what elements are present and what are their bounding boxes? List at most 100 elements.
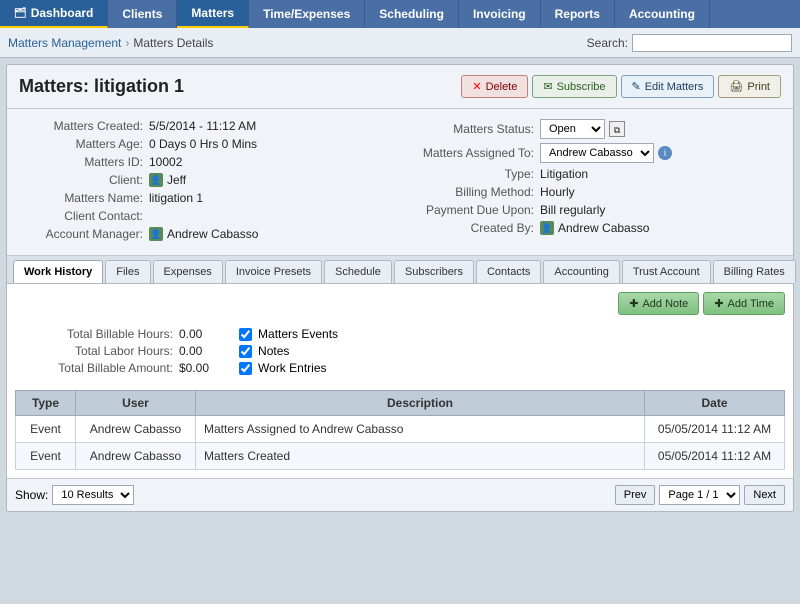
row1-date: 05/05/2014 11:12 AM [645,416,785,443]
print-button[interactable]: 🖨 Print [718,75,781,98]
nav-scheduling[interactable]: Scheduling [365,0,459,28]
tab-schedule[interactable]: Schedule [324,260,392,283]
pagination-bar: Show: 10 Results 25 Results 50 Results P… [7,478,793,511]
tab-trust-account[interactable]: Trust Account [622,260,711,283]
nav-reports[interactable]: Reports [541,0,615,28]
prev-button[interactable]: Prev [615,485,656,505]
tab-toolbar: ✚ Add Note ✚ Add Time [15,292,785,315]
detail-matters-name: Matters Name: litigation 1 [19,191,390,205]
subscribe-icon: ✉ [543,80,552,93]
row1-user: Andrew Cabasso [76,416,196,443]
details-right: Matters Status: Open Closed ⧉ Matters As… [410,119,781,245]
filter-matters-events-checkbox[interactable] [239,328,252,341]
detail-assigned-to: Matters Assigned To: Andrew Cabasso i [410,143,781,163]
details-left: Matters Created: 5/5/2014 - 11:12 AM Mat… [19,119,390,245]
filter-work-entries: Work Entries [239,361,338,375]
detail-age: Matters Age: 0 Days 0 Hrs 0 Mins [19,137,390,151]
show-results-select[interactable]: 10 Results 25 Results 50 Results [52,485,134,505]
main-content: Matters: litigation 1 ✕ Delete ✉ Subscri… [6,64,794,512]
add-note-icon: ✚ [629,297,638,310]
col-user: User [76,391,196,416]
detail-created-by: Created By: 👤 Andrew Cabasso [410,221,781,235]
tab-subscribers[interactable]: Subscribers [394,260,474,283]
nav-matters[interactable]: Matters [177,0,249,28]
edit-icon: ✎ [632,80,641,93]
tab-billing-rates[interactable]: Billing Rates [713,260,796,283]
delete-icon: ✕ [472,80,481,93]
detail-id: Matters ID: 10002 [19,155,390,169]
top-navigation: 🗂 Dashboard Clients Matters Time/Expense… [0,0,800,28]
tab-contacts[interactable]: Contacts [476,260,541,283]
filter-matters-events: Matters Events [239,327,338,341]
search-input[interactable] [632,34,792,52]
totals-block: Total Billable Hours: 0.00 Total Labor H… [23,327,209,378]
tab-content-work-history: ✚ Add Note ✚ Add Time Total Billable Hou… [7,284,793,478]
page-header: Matters: litigation 1 ✕ Delete ✉ Subscri… [7,65,793,109]
nav-time-expenses[interactable]: Time/Expenses [249,0,365,28]
breadcrumb-parent-link[interactable]: Matters Management [8,36,121,50]
delete-button[interactable]: ✕ Delete [461,75,528,98]
breadcrumb-bar: Matters Management › Matters Details Sea… [0,28,800,58]
next-button[interactable]: Next [744,485,785,505]
subscribe-button[interactable]: ✉ Subscribe [532,75,616,98]
breadcrumb-current: Matters Details [133,36,213,50]
add-note-button[interactable]: ✚ Add Note [618,292,699,315]
tab-work-history[interactable]: Work History [13,260,103,283]
tabs-bar: Work History Files Expenses Invoice Pres… [7,256,793,284]
col-description: Description [196,391,645,416]
add-time-icon: ✚ [714,297,723,310]
tab-files[interactable]: Files [105,260,150,283]
nav-clients[interactable]: Clients [108,0,177,28]
row1-type: Event [16,416,76,443]
assigned-info-icon[interactable]: i [658,146,672,160]
show-area: Show: 10 Results 25 Results 50 Results [15,485,134,505]
row2-user: Andrew Cabasso [76,443,196,470]
row2-date: 05/05/2014 11:12 AM [645,443,785,470]
created-by-icon: 👤 [540,221,554,235]
copy-status-icon[interactable]: ⧉ [609,121,625,137]
col-type: Type [16,391,76,416]
detail-type: Type: Litigation [410,167,781,181]
row2-description: Matters Created [196,443,645,470]
total-billable-amount-row: Total Billable Amount: $0.00 [23,361,209,375]
filter-notes-checkbox[interactable] [239,345,252,358]
table-row: Event Andrew Cabasso Matters Assigned to… [16,416,785,443]
total-billable-hours-row: Total Billable Hours: 0.00 [23,327,209,341]
detail-client-contact: Client Contact: [19,209,390,223]
page-select[interactable]: Page 1 / 1 [659,485,740,505]
detail-client: Client: 👤 Jeff [19,173,390,187]
col-date: Date [645,391,785,416]
tab-expenses[interactable]: Expenses [153,260,223,283]
table-row: Event Andrew Cabasso Matters Created 05/… [16,443,785,470]
work-history-table: Type User Description Date Event Andrew … [15,390,785,470]
nav-accounting[interactable]: Accounting [615,0,710,28]
detail-status: Matters Status: Open Closed ⧉ [410,119,781,139]
tab-accounting[interactable]: Accounting [543,260,619,283]
search-area: Search: [587,34,792,52]
add-time-button[interactable]: ✚ Add Time [703,292,785,315]
total-labor-hours-row: Total Labor Hours: 0.00 [23,344,209,358]
detail-created: Matters Created: 5/5/2014 - 11:12 AM [19,119,390,133]
page-navigation: Prev Page 1 / 1 Next [615,485,785,505]
detail-payment-due: Payment Due Upon: Bill regularly [410,203,781,217]
nav-invoicing[interactable]: Invoicing [459,0,541,28]
breadcrumb: Matters Management › Matters Details [8,36,213,50]
client-icon: 👤 [149,173,163,187]
filter-notes: Notes [239,344,338,358]
search-label: Search: [587,36,628,50]
detail-account-manager: Account Manager: 👤 Andrew Cabasso [19,227,390,241]
assigned-to-select[interactable]: Andrew Cabasso [540,143,654,163]
page-title: Matters: litigation 1 [19,76,184,97]
status-select[interactable]: Open Closed [540,119,605,139]
account-manager-icon: 👤 [149,227,163,241]
action-buttons: ✕ Delete ✉ Subscribe ✎ Edit Matters 🖨 Pr… [461,75,781,98]
dashboard-icon: 🗂 [14,8,27,19]
nav-dashboard[interactable]: 🗂 Dashboard [0,0,108,28]
details-section: Matters Created: 5/5/2014 - 11:12 AM Mat… [7,109,793,256]
filters-block: Matters Events Notes Work Entries [239,327,338,378]
edit-matters-button[interactable]: ✎ Edit Matters [621,75,715,98]
tab-invoice-presets[interactable]: Invoice Presets [225,260,322,283]
filter-work-entries-checkbox[interactable] [239,362,252,375]
detail-billing-method: Billing Method: Hourly [410,185,781,199]
breadcrumb-separator: › [125,36,129,50]
